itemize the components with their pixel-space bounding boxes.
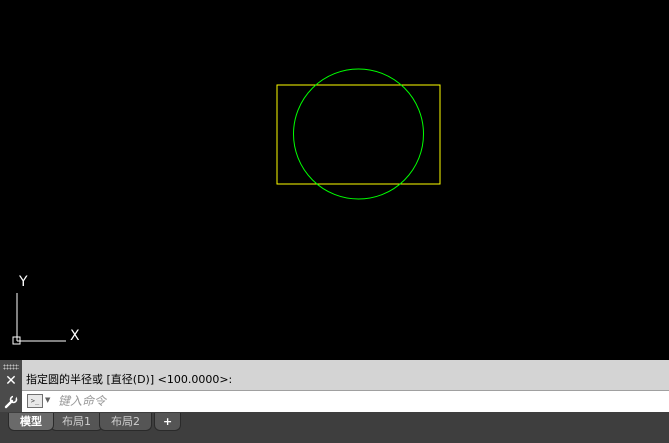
- ucs-icon: Y X: [12, 274, 80, 345]
- command-panel-sidebar: ✕: [0, 360, 22, 412]
- command-input[interactable]: [58, 392, 658, 410]
- drawing-canvas[interactable]: Y X: [0, 0, 669, 360]
- command-history-line: 指定圆的半径或 [直径(D)] <100.0000>:: [26, 373, 233, 386]
- autocad-window: Y X ✕ 指定圆的半径或 [直径(D)] <100.0000>: >_ ▼ 键…: [0, 0, 669, 443]
- layout-tabs: 模型 布局1 布局2 +: [8, 413, 182, 431]
- tab-layout1[interactable]: 布局1: [50, 413, 103, 431]
- ucs-y-label: Y: [18, 274, 28, 290]
- wrench-icon-svg: [4, 395, 18, 409]
- drawing-svg: Y X: [12, 68, 441, 345]
- drawn-circle[interactable]: [293, 68, 424, 200]
- tab-model[interactable]: 模型: [8, 413, 54, 431]
- drawn-rectangle[interactable]: [276, 84, 441, 185]
- ucs-x-label: X: [70, 328, 80, 344]
- command-input-row: >_ ▼: [22, 390, 669, 412]
- wrench-icon[interactable]: [3, 394, 19, 410]
- close-icon[interactable]: ✕: [3, 373, 19, 389]
- drag-grip-icon[interactable]: [3, 364, 19, 370]
- tab-layout2[interactable]: 布局2: [99, 413, 152, 431]
- add-layout-button[interactable]: +: [154, 413, 182, 431]
- command-line-panel: ✕ 指定圆的半径或 [直径(D)] <100.0000>: >_ ▼: [0, 360, 669, 412]
- layout-tab-bar: 模型 布局1 布局2 +: [0, 412, 669, 443]
- chevron-down-icon: ▼: [45, 396, 51, 404]
- command-prompt-button[interactable]: >_ ▼: [27, 394, 51, 408]
- command-prompt-icon: >_: [27, 394, 43, 408]
